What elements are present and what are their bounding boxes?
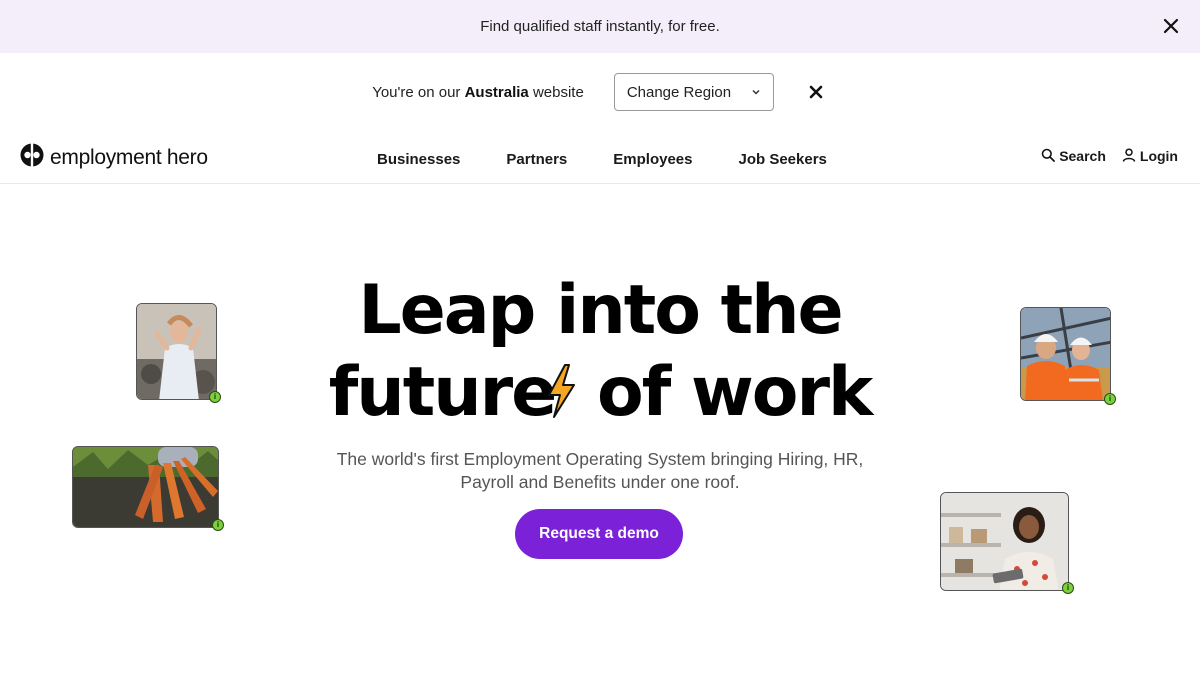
- photo-carrots-harvest: [72, 446, 219, 528]
- change-region-label: Change Region: [626, 83, 732, 101]
- promo-banner: Find qualified staff instantly, for free…: [0, 0, 1200, 53]
- photo-woman-with-tablet: [940, 492, 1069, 591]
- change-region-select[interactable]: Change Region: [613, 73, 774, 111]
- logo[interactable]: employment hero: [20, 143, 208, 172]
- hero-subtitle-line-2: Payroll and Benefits under one roof.: [460, 472, 740, 492]
- user-icon: [1122, 147, 1140, 165]
- nav-link-employees[interactable]: Employees: [613, 147, 692, 168]
- close-icon[interactable]: [1158, 13, 1184, 39]
- nav-links: Businesses Partners Employees Job Seeker…: [377, 131, 873, 183]
- nav-link-job-seekers[interactable]: Job Seekers: [738, 147, 826, 168]
- photo-construction-workers: [1020, 307, 1111, 401]
- region-suffix: website: [532, 83, 584, 101]
- photo-info-badge[interactable]: i: [212, 519, 224, 531]
- chevron-down-icon: [751, 84, 761, 101]
- photo-info-badge[interactable]: i: [1062, 582, 1074, 594]
- photo-info-badge[interactable]: i: [1104, 393, 1116, 405]
- hero-subtitle: The world's first Employment Operating S…: [300, 448, 900, 494]
- login-button[interactable]: Login: [1122, 147, 1178, 165]
- search-label: Search: [1059, 148, 1106, 164]
- request-demo-button[interactable]: Request a demo: [515, 509, 683, 559]
- region-country: Australia: [464, 83, 529, 101]
- search-icon: [1041, 148, 1059, 165]
- nav-actions: Search Login: [1025, 131, 1178, 181]
- nav-link-partners[interactable]: Partners: [506, 147, 567, 168]
- login-label: Login: [1139, 148, 1178, 164]
- logo-icon: [20, 143, 44, 172]
- region-bar: You're on our Australia website Change R…: [0, 53, 1200, 131]
- hero-headline-future: future: [328, 353, 558, 432]
- photo-info-badge[interactable]: i: [209, 391, 221, 403]
- close-icon[interactable]: [804, 80, 828, 104]
- hero-subtitle-line-1: The world's first Employment Operating S…: [336, 449, 864, 469]
- hero-headline-of-work: of work: [596, 353, 873, 432]
- photo-woman-outdoors: [136, 303, 217, 400]
- search-button[interactable]: Search: [1041, 148, 1106, 165]
- nav-link-businesses[interactable]: Businesses: [377, 147, 460, 168]
- lightning-bolt-icon: [541, 358, 581, 418]
- promo-text: Find qualified staff instantly, for free…: [480, 18, 720, 35]
- region-prefix: You're on our: [372, 83, 461, 101]
- logo-text: employment hero: [50, 145, 208, 169]
- main-nav: employment hero Businesses Partners Empl…: [0, 131, 1200, 184]
- region-message: You're on our Australia website: [372, 84, 584, 101]
